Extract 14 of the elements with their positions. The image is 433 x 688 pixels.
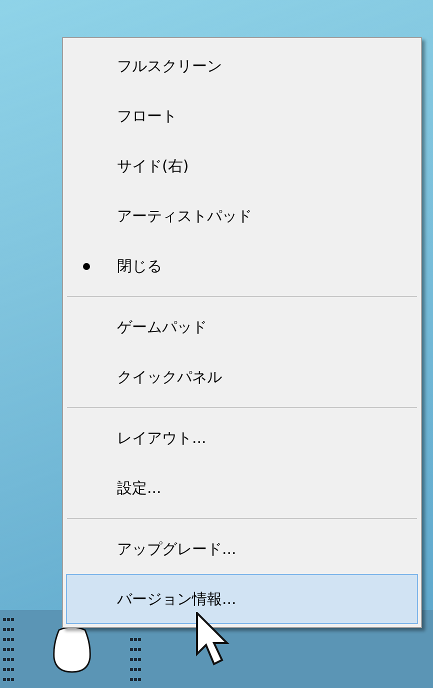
menu-item[interactable]: 設定...: [66, 463, 418, 513]
menu-item[interactable]: フロート: [66, 91, 418, 141]
menu-item[interactable]: サイド(右): [66, 141, 418, 191]
keypad-icon: [130, 638, 141, 681]
mouse-icon: [51, 626, 93, 674]
menu-item[interactable]: クイックパネル: [66, 352, 418, 402]
menu-item[interactable]: アップグレード...: [66, 524, 418, 574]
menu-item[interactable]: フルスクリーン: [66, 41, 418, 91]
menu-item[interactable]: アーティストパッド: [66, 191, 418, 241]
keypad-icon: [3, 618, 14, 681]
menu-item[interactable]: ゲームパッド: [66, 302, 418, 352]
menu-item[interactable]: バージョン情報...: [66, 574, 418, 624]
menu-item[interactable]: 閉じる: [66, 241, 418, 291]
menu-item[interactable]: レイアウト...: [66, 413, 418, 463]
